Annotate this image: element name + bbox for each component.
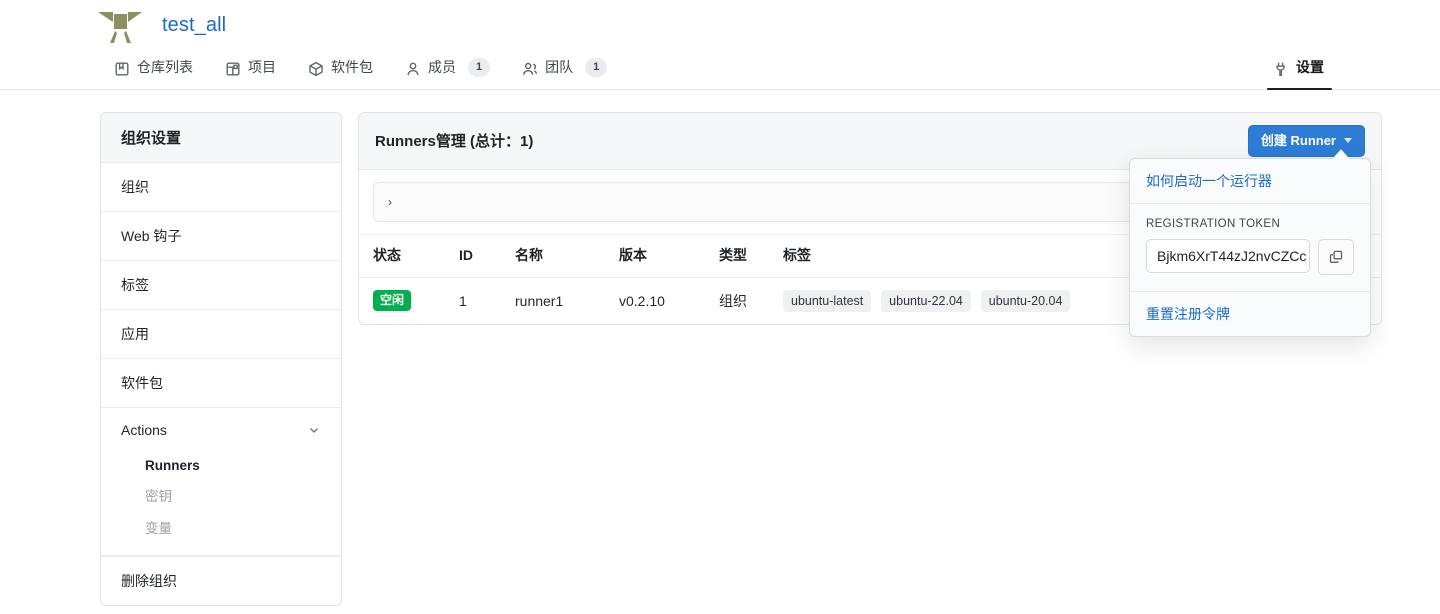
person-icon bbox=[405, 61, 421, 77]
project-icon bbox=[225, 61, 241, 77]
status-badge: 空闲 bbox=[373, 290, 412, 312]
copy-icon[interactable] bbox=[1318, 239, 1354, 275]
org-header: test_all bbox=[0, 0, 1440, 48]
sidebar-item-labels[interactable]: 标签 bbox=[101, 261, 341, 310]
main-content: Runners管理 (总计：1) 创建 Runner › 状态 ID 名称 版本… bbox=[358, 112, 1382, 337]
sidebar-group-actions: Actions Runners 密钥 变量 bbox=[101, 408, 341, 556]
cell-id: 1 bbox=[459, 292, 467, 309]
org-nav: 仓库列表 项目 软件包 成员 1 团队 1 设置 bbox=[0, 48, 1440, 90]
page-body: 组织设置 组织 Web 钩子 标签 应用 软件包 Actions Runners… bbox=[0, 90, 1440, 606]
nav-label: 设置 bbox=[1296, 59, 1324, 75]
sidebar-group-actions-toggle[interactable]: Actions bbox=[101, 408, 341, 452]
registration-token-section: REGISTRATION TOKEN Bjkm6XrT44zJ2nvCZCc bbox=[1130, 204, 1370, 292]
column-header-type: 类型 bbox=[711, 234, 775, 278]
column-header-id: ID bbox=[451, 234, 507, 278]
column-header-name: 名称 bbox=[507, 234, 611, 278]
reset-registration-token-link[interactable]: 重置注册令牌 bbox=[1130, 292, 1370, 336]
nav-label: 成员 bbox=[428, 59, 456, 75]
package-icon bbox=[308, 61, 324, 77]
nav-item-teams[interactable]: 团队 1 bbox=[506, 48, 623, 89]
sidebar-item-delete-org[interactable]: 删除组织 bbox=[101, 556, 341, 605]
chevron-down-icon bbox=[307, 423, 321, 437]
settings-sidebar: 组织设置 组织 Web 钩子 标签 应用 软件包 Actions Runners… bbox=[100, 112, 342, 606]
chevron-right-icon: › bbox=[388, 194, 392, 209]
label-tag: ubuntu-20.04 bbox=[980, 289, 1071, 312]
sidebar-item-packages[interactable]: 软件包 bbox=[101, 359, 341, 408]
nav-item-packages[interactable]: 软件包 bbox=[292, 48, 389, 89]
cell-version: v0.2.10 bbox=[619, 292, 665, 309]
create-runner-label: 创建 Runner bbox=[1260, 133, 1336, 148]
nav-badge-count: 1 bbox=[468, 58, 491, 77]
nav-item-settings[interactable]: 设置 bbox=[1259, 48, 1340, 90]
cell-name: runner1 bbox=[515, 292, 564, 309]
sidebar-item-variables[interactable]: 变量 bbox=[121, 511, 321, 543]
sidebar-group-label: Actions bbox=[121, 422, 167, 438]
repo-icon bbox=[114, 61, 130, 77]
tools-icon bbox=[1273, 61, 1289, 77]
people-icon bbox=[522, 61, 538, 77]
registration-token-value: Bjkm6XrT44zJ2nvCZCc bbox=[1157, 248, 1307, 264]
sidebar-item-webhooks[interactable]: Web 钩子 bbox=[101, 212, 341, 261]
column-header-status: 状态 bbox=[359, 234, 451, 278]
cell-type: 组织 bbox=[719, 292, 747, 309]
sidebar-item-secrets[interactable]: 密钥 bbox=[121, 479, 321, 511]
org-logo-icon bbox=[96, 1, 144, 49]
cell-status: 空闲 bbox=[359, 277, 451, 324]
page-header: test_all 仓库列表 项目 软件包 成员 1 团队 1 设置 bbox=[0, 0, 1440, 90]
sidebar-item-organization[interactable]: 组织 bbox=[101, 163, 341, 212]
page-title: Runners管理 (总计：1) bbox=[375, 133, 534, 151]
sidebar-item-applications[interactable]: 应用 bbox=[101, 310, 341, 359]
sidebar-item-runners[interactable]: Runners bbox=[121, 452, 321, 479]
token-row: Bjkm6XrT44zJ2nvCZCc bbox=[1146, 239, 1354, 275]
nav-item-members[interactable]: 成员 1 bbox=[389, 48, 506, 89]
chevron-down-icon bbox=[1344, 138, 1352, 144]
label-tag: ubuntu-22.04 bbox=[881, 289, 971, 312]
nav-label: 团队 bbox=[545, 59, 574, 75]
nav-label: 软件包 bbox=[331, 59, 373, 75]
sidebar-subitems: Runners 密钥 变量 bbox=[101, 452, 341, 555]
nav-badge-count: 1 bbox=[585, 58, 608, 77]
registration-token-input[interactable]: Bjkm6XrT44zJ2nvCZCc bbox=[1146, 239, 1310, 273]
column-header-version: 版本 bbox=[611, 234, 711, 278]
nav-label: 仓库列表 bbox=[137, 59, 193, 75]
nav-right-group: 设置 bbox=[1259, 48, 1340, 90]
registration-token-label: REGISTRATION TOKEN bbox=[1146, 218, 1281, 230]
nav-left-group: 仓库列表 项目 软件包 成员 1 团队 1 bbox=[100, 48, 1259, 89]
label-tag: ubuntu-latest bbox=[783, 289, 872, 312]
sidebar-heading: 组织设置 bbox=[101, 113, 341, 163]
create-runner-dropdown: 如何启动一个运行器 REGISTRATION TOKEN Bjkm6XrT44z… bbox=[1129, 149, 1371, 337]
how-to-start-runner-link[interactable]: 如何启动一个运行器 bbox=[1130, 159, 1370, 204]
nav-item-repositories[interactable]: 仓库列表 bbox=[100, 48, 209, 89]
nav-label: 项目 bbox=[248, 59, 276, 75]
nav-item-projects[interactable]: 项目 bbox=[209, 48, 292, 89]
org-name-link[interactable]: test_all bbox=[162, 14, 226, 37]
